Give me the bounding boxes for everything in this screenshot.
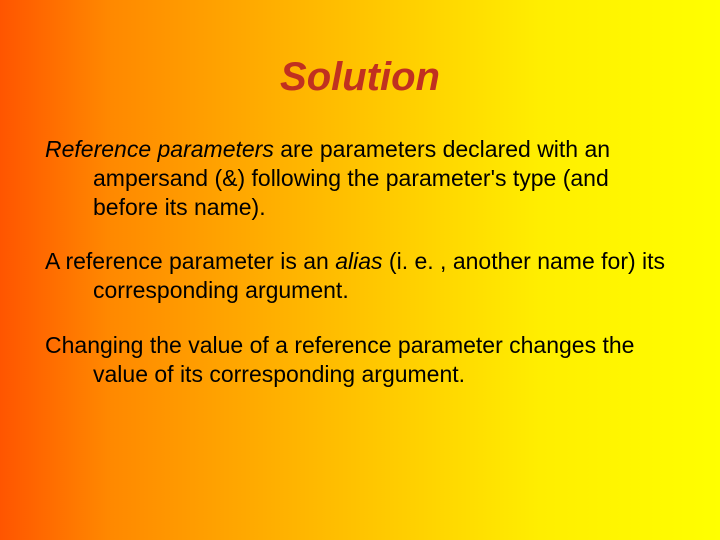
slide-title: Solution (45, 55, 675, 100)
slide: Solution Reference parameters are parame… (0, 0, 720, 540)
para1-lead-italic: Reference parameters (45, 136, 274, 162)
para2-italic: alias (335, 248, 382, 274)
paragraph-3: Changing the value of a reference parame… (45, 331, 675, 389)
para2-pre: A reference parameter is an (45, 248, 335, 274)
paragraph-1: Reference parameters are parameters decl… (45, 135, 675, 221)
paragraph-2: A reference parameter is an alias (i. e.… (45, 247, 675, 305)
